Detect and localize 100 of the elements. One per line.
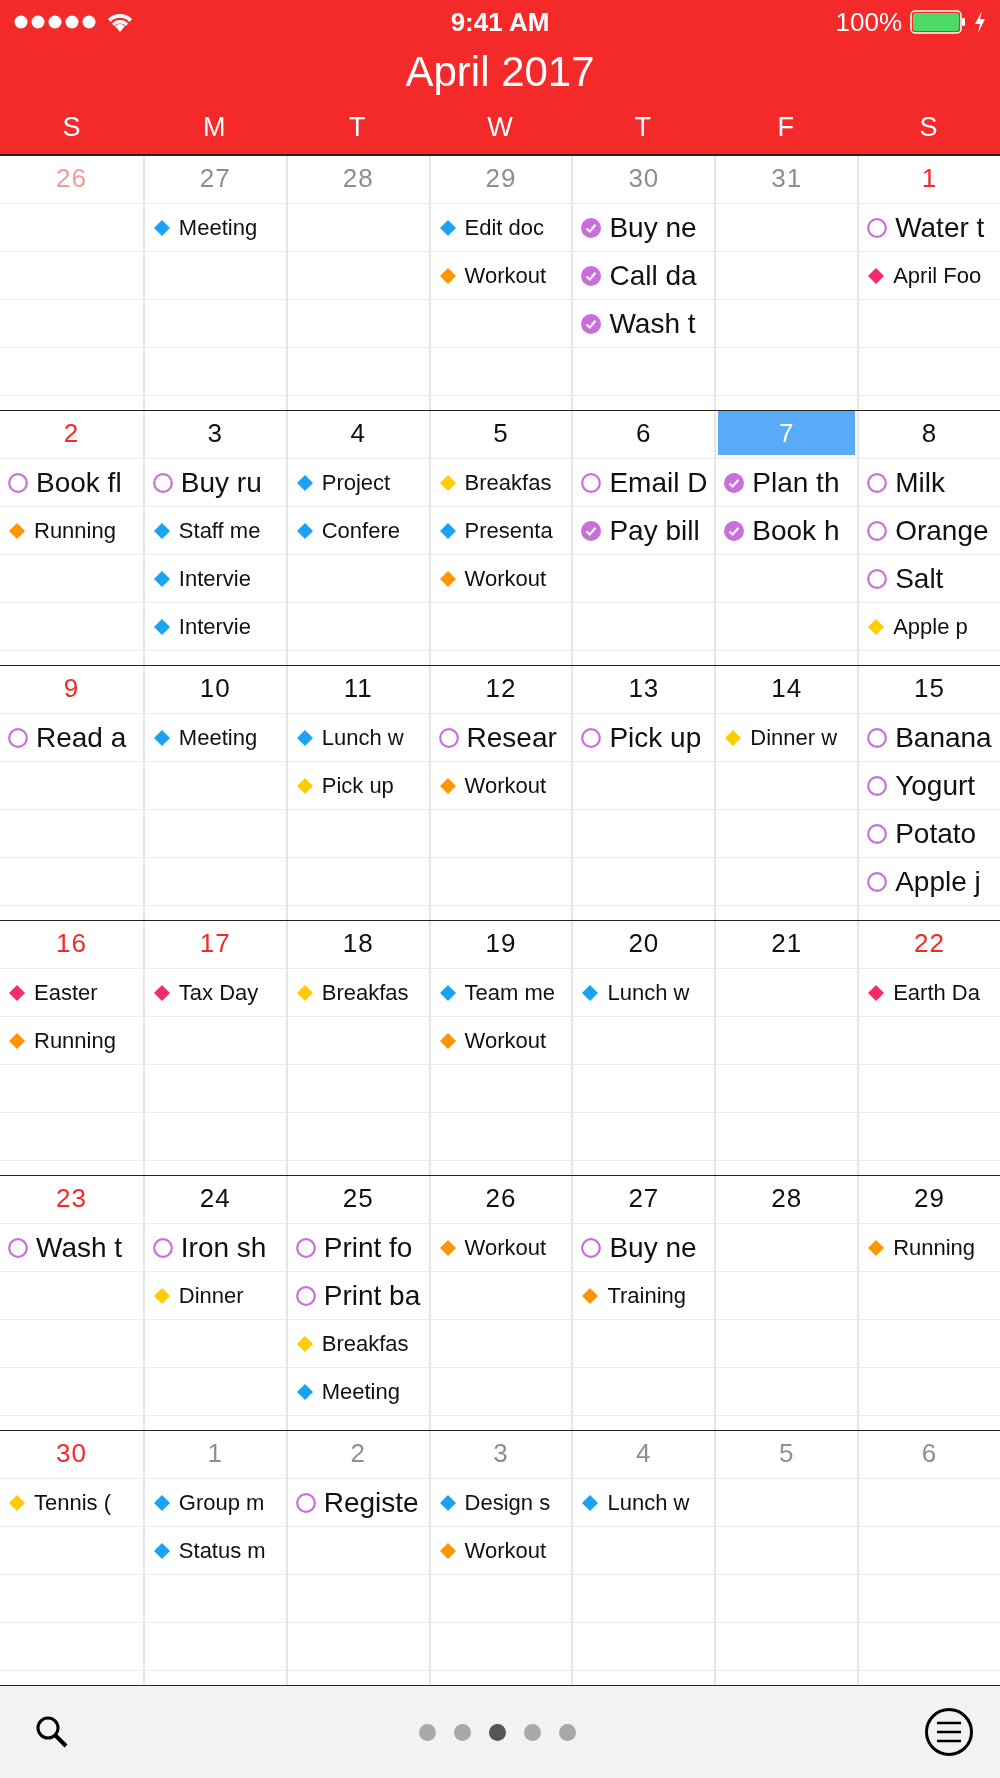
day-number[interactable]: 26: [432, 1176, 570, 1220]
checkmark-circle-icon[interactable]: [581, 265, 602, 286]
circle-icon[interactable]: [295, 1237, 316, 1258]
day-number[interactable]: 20: [575, 921, 713, 965]
task-title[interactable]: Print fo: [323, 1231, 413, 1264]
task-title[interactable]: Apple j: [895, 865, 981, 898]
event-title[interactable]: Breakfas: [464, 469, 552, 496]
task-title[interactable]: Book fl: [36, 466, 122, 499]
circle-icon[interactable]: [8, 1237, 28, 1258]
page-dot[interactable]: [418, 1723, 436, 1741]
page-dot[interactable]: [453, 1723, 471, 1741]
day-number[interactable]: 13: [575, 666, 713, 710]
event-title[interactable]: Running: [34, 1027, 116, 1054]
checkmark-circle-icon[interactable]: [724, 520, 745, 541]
day-number[interactable]: 17: [146, 921, 284, 965]
task-title[interactable]: Banana: [895, 721, 992, 754]
task-title[interactable]: Salt: [895, 562, 944, 595]
event-title[interactable]: Intervie: [178, 565, 251, 592]
day-number[interactable]: 29: [861, 1176, 998, 1220]
event-title[interactable]: Project: [321, 469, 391, 496]
day-number[interactable]: 6: [575, 411, 713, 455]
task-title[interactable]: Potato: [895, 817, 977, 850]
task-title[interactable]: Book h: [752, 514, 840, 547]
day-number[interactable]: 10: [146, 666, 284, 710]
checkmark-circle-icon[interactable]: [581, 520, 602, 541]
event-title[interactable]: April Foo: [893, 262, 982, 289]
circle-icon[interactable]: [8, 727, 28, 748]
day-number[interactable]: 15: [861, 666, 998, 710]
event-title[interactable]: Edit doc: [464, 214, 545, 241]
task-title[interactable]: Wash t: [609, 307, 696, 340]
event-title[interactable]: Staff me: [178, 517, 261, 544]
day-number[interactable]: 18: [289, 921, 427, 965]
task-title[interactable]: Buy ne: [609, 211, 697, 244]
day-number[interactable]: 14: [718, 666, 856, 710]
task-title[interactable]: Milk: [895, 466, 945, 499]
event-title[interactable]: Easter: [34, 979, 98, 1006]
day-number[interactable]: 11: [289, 666, 427, 710]
task-title[interactable]: Pay bill: [609, 514, 700, 547]
circle-icon[interactable]: [867, 823, 888, 844]
circle-icon[interactable]: [438, 727, 459, 748]
event-title[interactable]: Presenta: [464, 517, 553, 544]
event-title[interactable]: Design s: [464, 1489, 551, 1516]
day-number[interactable]: 1: [861, 156, 998, 200]
task-title[interactable]: Yogurt: [895, 769, 976, 802]
task-title[interactable]: Registe: [323, 1486, 419, 1519]
task-title[interactable]: Print ba: [323, 1279, 421, 1312]
event-title[interactable]: Training: [607, 1282, 687, 1309]
event-title[interactable]: Earth Da: [893, 979, 980, 1006]
circle-icon[interactable]: [581, 472, 602, 493]
checkmark-circle-icon[interactable]: [581, 313, 602, 334]
event-title[interactable]: Lunch w: [607, 1489, 690, 1516]
event-title[interactable]: Meeting: [178, 214, 258, 241]
page-dot[interactable]: [488, 1723, 506, 1741]
day-number[interactable]: 4: [289, 411, 427, 455]
circle-icon[interactable]: [152, 472, 173, 493]
task-title[interactable]: Resear: [466, 721, 557, 754]
circle-icon[interactable]: [867, 727, 888, 748]
circle-icon[interactable]: [867, 568, 888, 589]
event-title[interactable]: Team me: [464, 979, 556, 1006]
task-title[interactable]: Call da: [609, 259, 697, 292]
day-number[interactable]: 12: [432, 666, 570, 710]
circle-icon[interactable]: [867, 472, 888, 493]
event-title[interactable]: Running: [893, 1234, 976, 1261]
task-title[interactable]: Email D: [609, 466, 708, 499]
checkmark-circle-icon[interactable]: [724, 472, 745, 493]
task-title[interactable]: Orange: [895, 514, 989, 547]
event-title[interactable]: Status m: [178, 1537, 266, 1564]
task-title[interactable]: Buy ne: [609, 1231, 697, 1264]
event-title[interactable]: Workout: [464, 1537, 547, 1564]
day-number[interactable]: 27: [575, 1176, 713, 1220]
task-title[interactable]: Pick up: [609, 721, 702, 754]
event-title[interactable]: Running: [34, 517, 116, 544]
event-title[interactable]: Meeting: [321, 1378, 400, 1405]
event-title[interactable]: Lunch w: [321, 724, 404, 751]
event-title[interactable]: Workout: [464, 1234, 547, 1261]
day-number[interactable]: 30: [2, 1431, 141, 1475]
event-title[interactable]: Pick up: [321, 772, 394, 799]
event-title[interactable]: Workout: [464, 1027, 547, 1054]
event-title[interactable]: Dinner w: [750, 724, 838, 751]
day-number[interactable]: 21: [718, 921, 856, 965]
day-number[interactable]: 5: [432, 411, 570, 455]
circle-icon[interactable]: [295, 1492, 316, 1513]
event-title[interactable]: Tax Day: [178, 979, 259, 1006]
event-title[interactable]: Tennis (: [34, 1489, 112, 1516]
page-dot[interactable]: [558, 1723, 576, 1741]
day-number[interactable]: 24: [146, 1176, 284, 1220]
circle-icon[interactable]: [867, 520, 888, 541]
circle-icon[interactable]: [581, 1237, 602, 1258]
checkmark-circle-icon[interactable]: [581, 217, 602, 238]
event-title[interactable]: Workout: [464, 772, 547, 799]
event-title[interactable]: Group m: [178, 1489, 265, 1516]
day-number[interactable]: 23: [2, 1176, 141, 1220]
event-title[interactable]: Apple p: [893, 613, 968, 640]
day-number[interactable]: 9: [2, 666, 141, 710]
day-number[interactable]: 2: [2, 411, 141, 455]
event-title[interactable]: Meeting: [178, 724, 258, 751]
event-title[interactable]: Confere: [321, 517, 400, 544]
event-title[interactable]: Breakfas: [321, 1330, 409, 1357]
day-number[interactable]: 22: [861, 921, 998, 965]
circle-icon[interactable]: [8, 472, 28, 493]
